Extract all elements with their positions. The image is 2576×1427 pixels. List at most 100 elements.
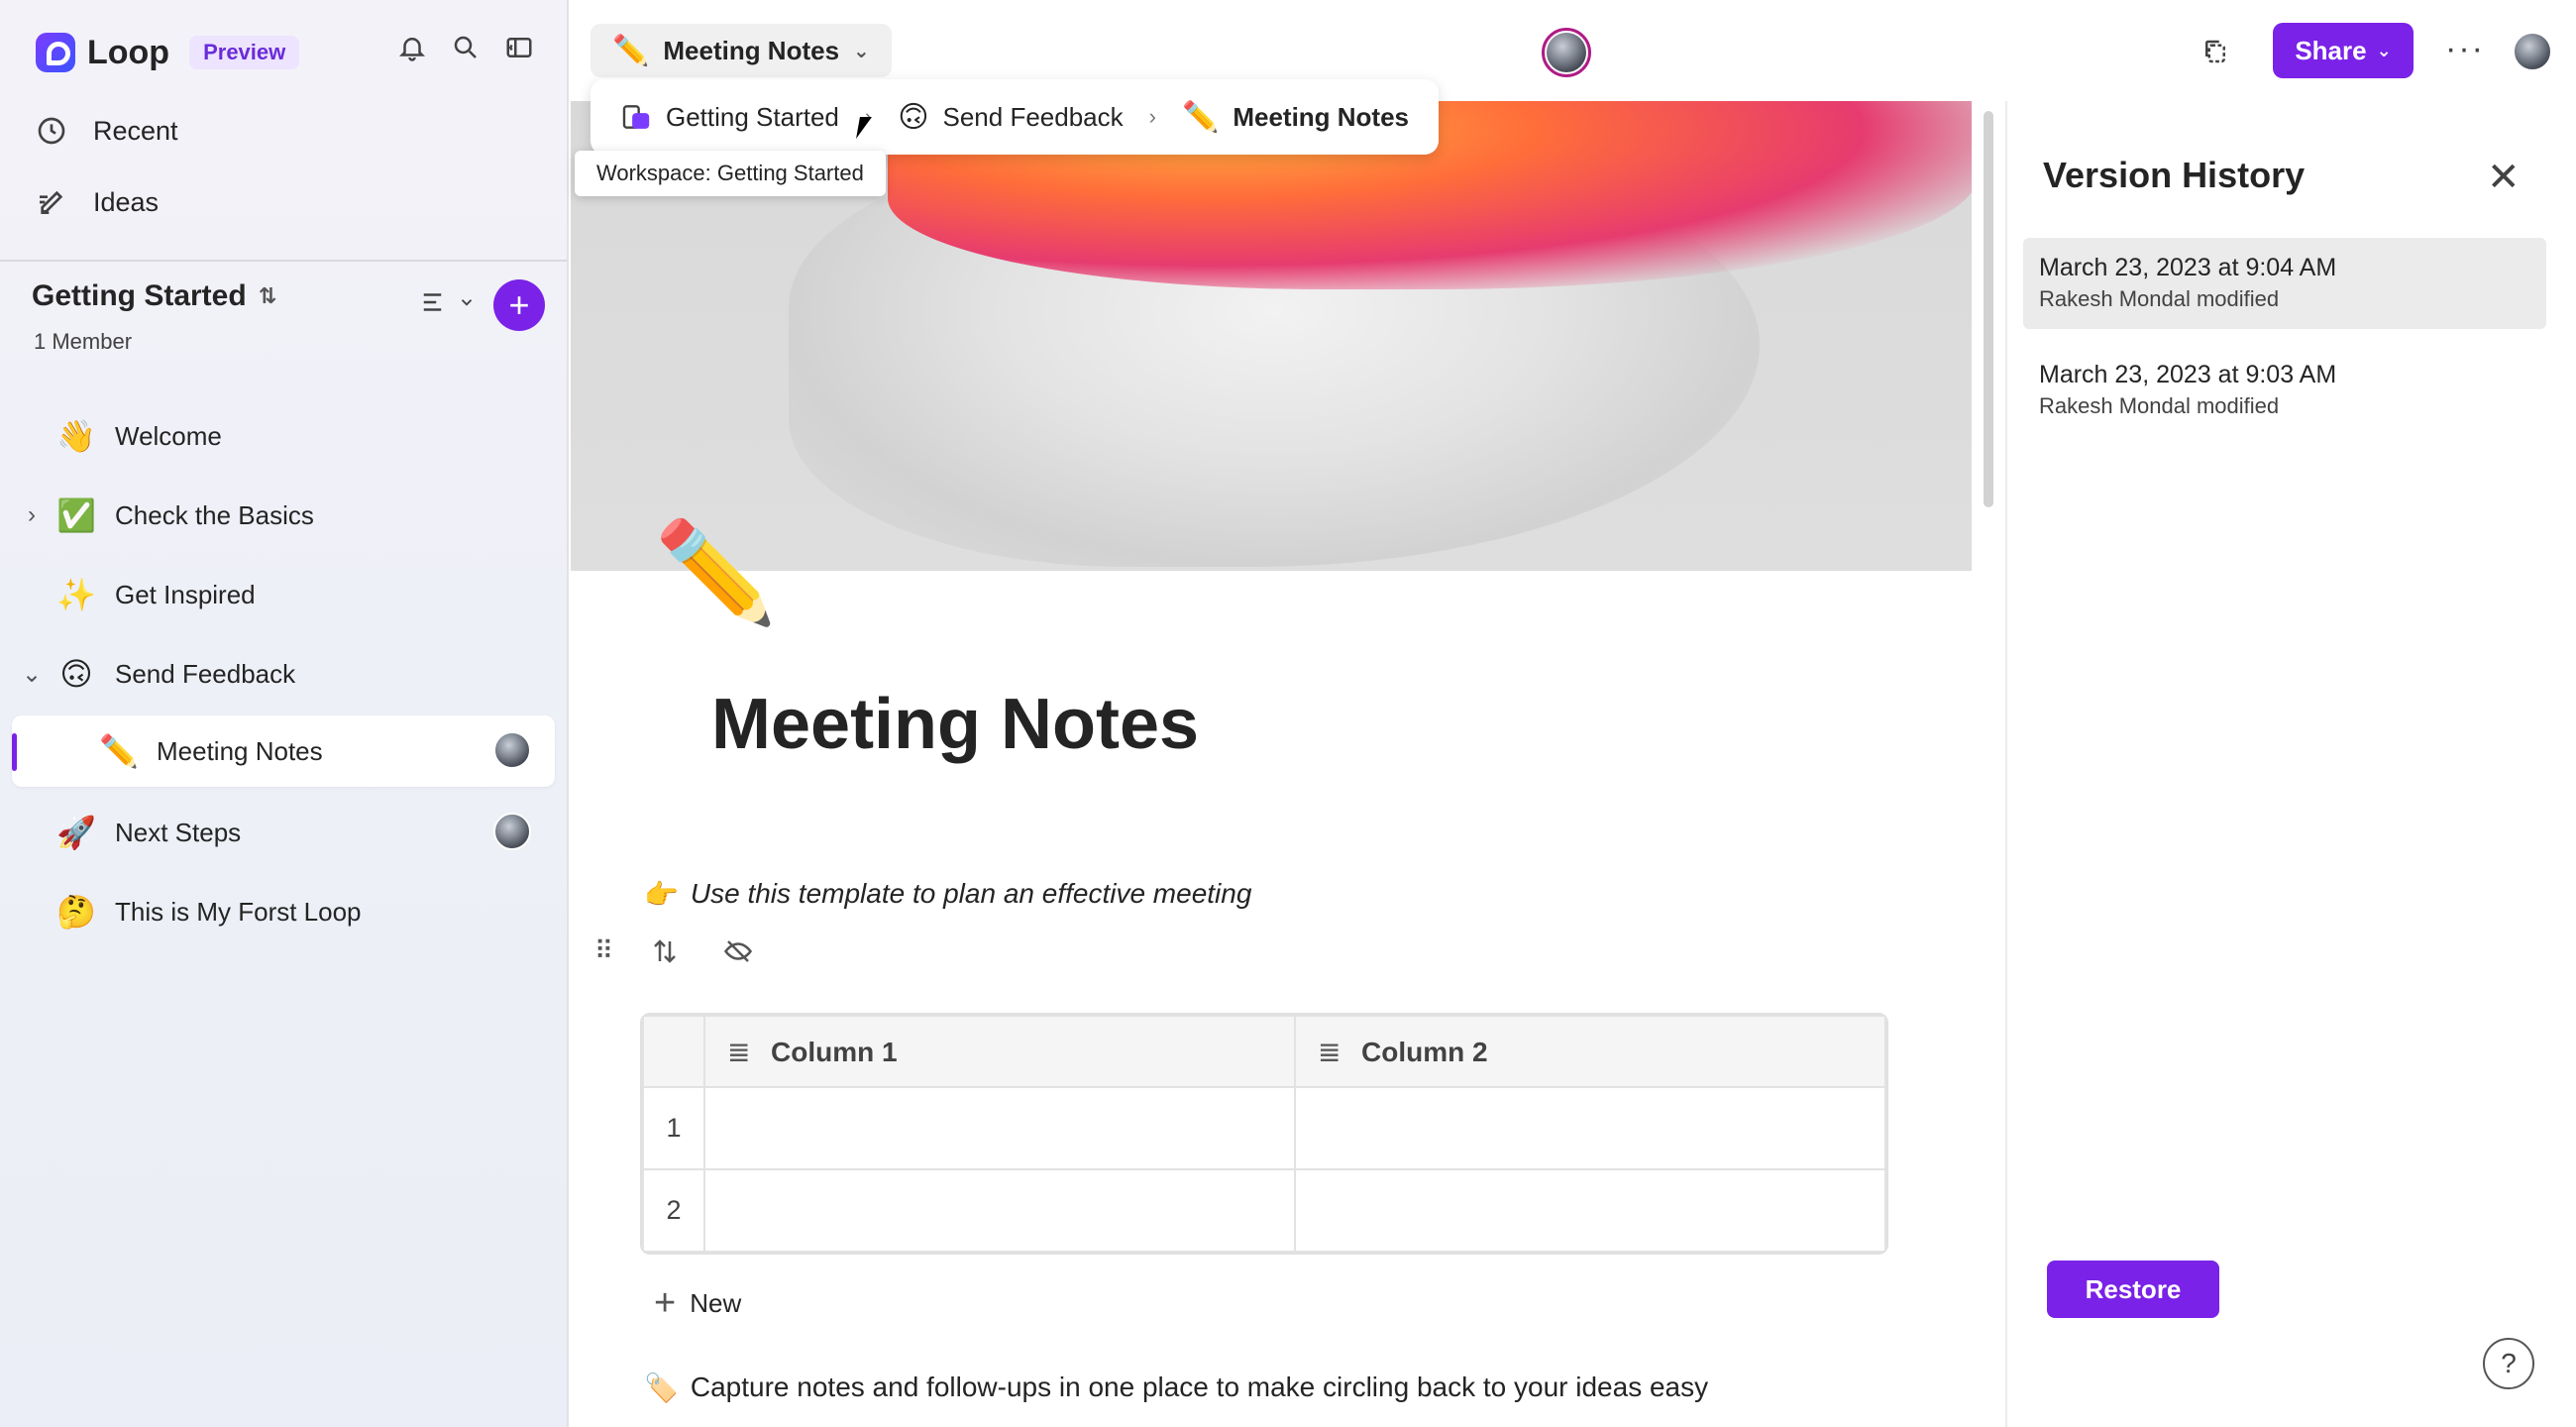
chevron-down-icon[interactable]: ⌄ [12,660,52,689]
close-icon[interactable]: ✕ [2487,155,2521,200]
page-label: Welcome [115,420,222,451]
hide-eye-icon[interactable] [723,936,753,966]
chevron-down-icon: ⌄ [2376,40,2392,60]
version-entry[interactable]: March 23, 2023 at 9:04 AM Rakesh Mondal … [2023,238,2546,329]
page-label: This is My Forst Loop [115,896,362,927]
page-item-my-forst-loop[interactable]: 🤔 This is My Forst Loop [12,876,555,947]
thinking-face-icon: 🤔 [56,894,96,930]
pencil-icon: ✏️ [99,733,139,769]
search-icon[interactable] [450,32,482,63]
workspace-name: Getting Started [32,279,247,312]
breadcrumb-meeting-notes[interactable]: ✏️ Meeting Notes [1182,100,1409,135]
column-header[interactable]: ≣ Column 2 [1294,1015,1886,1088]
table-row: 2 [642,1168,1886,1253]
scrollbar[interactable] [1984,111,1993,507]
version-date: March 23, 2023 at 9:04 AM [2039,254,2337,281]
row-number: 2 [642,1168,705,1253]
version-author: Rakesh Mondal modified [2039,393,2280,418]
page-title[interactable]: Meeting Notes [711,684,1199,765]
clock-icon [38,117,65,145]
preview-badge: Preview [189,36,300,69]
nav-ideas[interactable]: Ideas [36,174,159,230]
avatar [493,731,531,769]
page-label: Send Feedback [115,658,296,689]
table-header-row: ≣ Column 1 ≣ Column 2 [642,1015,1886,1088]
share-label: Share [2295,35,2367,65]
workspace-icon [622,105,650,129]
rocket-icon: 🚀 [56,815,96,850]
page-item-get-inspired[interactable]: ✨ Get Inspired [12,559,555,630]
label-tag-icon: 🏷️ [644,1372,679,1403]
table-row: 1 [642,1086,1886,1170]
workspace-members: 1 Member [34,329,133,354]
version-author: Rakesh Mondal modified [2039,286,2280,311]
table-cell[interactable] [703,1086,1296,1170]
table-cell[interactable] [1294,1168,1886,1253]
page-title-dropdown[interactable]: ✏️ Meeting Notes ⌄ [590,24,892,77]
page-item-next-steps[interactable]: 🚀 Next Steps [12,797,555,868]
avatar [493,813,531,850]
bell-icon[interactable] [396,32,428,63]
page-label: Get Inspired [115,579,256,609]
column-header[interactable]: ≣ Column 1 [703,1015,1296,1088]
version-date: March 23, 2023 at 9:03 AM [2039,361,2337,388]
loop-logo-icon [36,33,75,72]
table-cell[interactable] [703,1168,1296,1253]
add-page-button[interactable]: + [493,279,545,331]
version-history-title: Version History [2043,155,2306,195]
collaborator-avatar[interactable] [1542,28,1591,77]
sidebar-toolbar [396,32,535,63]
sort-menu-icon[interactable] [418,287,476,317]
breadcrumb: Getting Started › 🙃 Send Feedback › ✏️ M… [590,79,1440,155]
page-emoji-pencil-icon[interactable]: ✏️ [654,515,778,631]
table-cell[interactable] [1294,1086,1886,1170]
page-label: Check the Basics [115,499,314,530]
column-label: Column 2 [1361,1036,1488,1067]
drag-handle-icon[interactable]: ⠿ [594,935,613,966]
pencil-icon: ✏️ [612,34,650,67]
page-item-meeting-notes[interactable]: ✏️ Meeting Notes [12,715,555,787]
restore-button[interactable]: Restore [2047,1261,2219,1318]
add-row-button[interactable]: + New [654,1284,741,1322]
nav-ideas-label: Ideas [93,186,160,217]
page-label: Next Steps [115,817,242,847]
chevron-down-icon: ⌄ [853,40,870,62]
pointing-hand-icon: 👉 [644,879,679,910]
upside-down-face-icon: 🙃 [898,100,929,134]
new-label: New [690,1287,742,1318]
breadcrumb-send-feedback[interactable]: 🙃 Send Feedback [898,100,1123,135]
workspace-tooltip: Workspace: Getting Started [575,151,886,196]
sidebar-divider [0,260,567,262]
copy-component-icon[interactable] [2200,36,2231,67]
app-brand[interactable]: Loop Preview [36,30,300,75]
user-avatar[interactable] [2513,32,2552,71]
capture-text[interactable]: 🏷️ Capture notes and follow-ups in one p… [644,1372,1708,1404]
page-item-welcome[interactable]: 👋 Welcome [12,400,555,472]
intro-label: Use this template to plan an effective m… [690,878,1252,909]
breadcrumb-workspace[interactable]: Getting Started [620,101,839,133]
capture-label: Capture notes and follow-ups in one plac… [690,1372,1709,1402]
app-name: Loop [87,33,170,71]
avatar [1547,33,1586,72]
nav-recent-label: Recent [93,115,178,146]
row-number: 1 [642,1086,705,1170]
corner-cell [642,1015,705,1088]
table-toolbar: ⠿ [594,935,753,966]
intro-text[interactable]: 👉 Use this template to plan an effective… [644,878,1251,911]
data-table: ≣ Column 1 ≣ Column 2 1 2 [640,1013,1888,1255]
nav-recent[interactable]: Recent [36,103,178,159]
sort-icon[interactable] [650,936,680,966]
workspace-title[interactable]: Getting Started ⇅ [32,279,276,313]
help-icon[interactable]: ? [2483,1338,2534,1389]
wave-icon: 👋 [56,418,96,454]
share-button[interactable]: Share ⌄ [2273,23,2414,78]
text-column-icon: ≣ [727,1036,751,1067]
more-options-icon[interactable]: ··· [2445,30,2485,68]
collapse-sidebar-icon[interactable] [503,32,535,63]
plus-icon: + [654,1282,677,1324]
chevron-right-icon[interactable]: › [12,501,52,529]
page-item-check-the-basics[interactable]: › ✅ Check the Basics [12,480,555,551]
version-entry[interactable]: March 23, 2023 at 9:03 AM Rakesh Mondal … [2023,345,2546,436]
checkmark-icon: ✅ [56,497,96,533]
page-item-send-feedback[interactable]: ⌄ 🙃 Send Feedback [12,638,555,710]
